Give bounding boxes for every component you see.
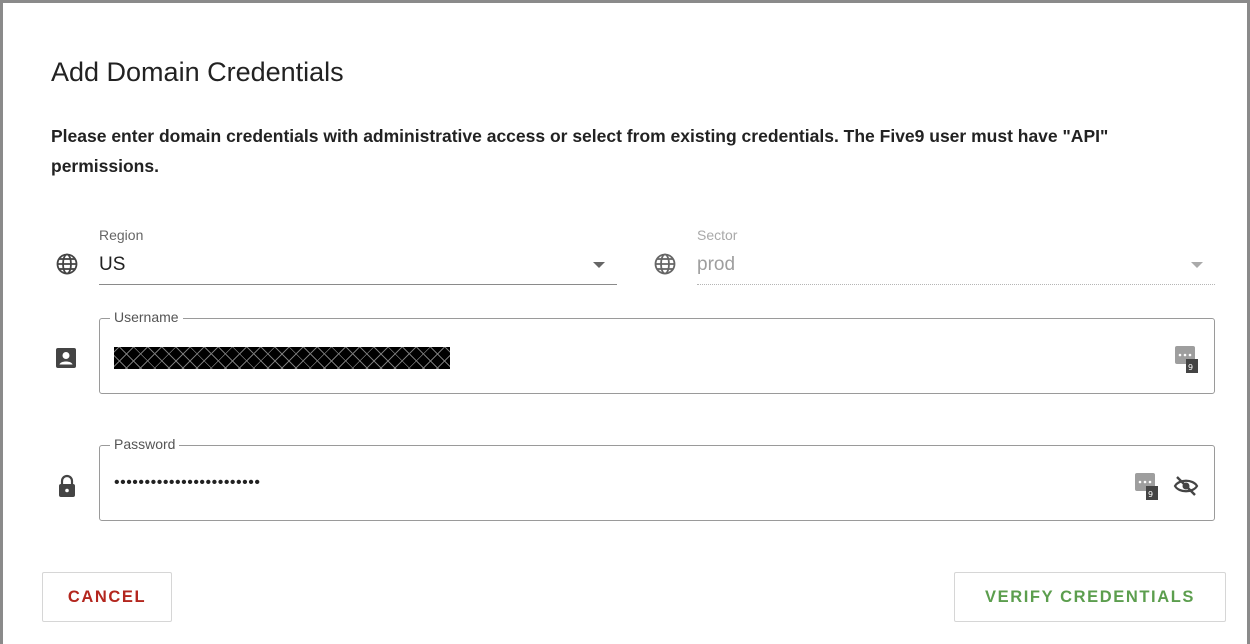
globe-icon: [653, 252, 677, 276]
region-value[interactable]: US: [99, 254, 125, 276]
cancel-button[interactable]: CANCEL: [42, 572, 172, 622]
password-manager-icon[interactable]: 9: [1134, 472, 1160, 502]
password-label: Password: [110, 436, 180, 452]
sector-value: prod: [697, 254, 736, 275]
lock-icon: [55, 474, 79, 498]
globe-icon: [55, 252, 79, 276]
chevron-down-icon[interactable]: [593, 262, 605, 268]
add-domain-credentials-dialog: Add Domain Credentials Please enter doma…: [0, 0, 1250, 644]
dialog-description: Please enter domain credentials with adm…: [51, 126, 1109, 176]
password-value[interactable]: ••••••••••••••••••••••••: [114, 474, 260, 492]
region-label: Region: [99, 227, 144, 243]
dialog-title: Add Domain Credentials: [51, 57, 344, 87]
sector-label: Sector: [697, 227, 738, 243]
account-box-icon: [54, 346, 78, 370]
username-field[interactable]: Username 9: [99, 309, 1215, 394]
password-manager-icon[interactable]: 9: [1174, 345, 1200, 375]
region-underline: [99, 284, 617, 285]
verify-credentials-button[interactable]: VERIFY CREDENTIALS: [954, 572, 1226, 622]
chevron-down-icon: [1191, 262, 1203, 268]
username-redacted-value[interactable]: [114, 347, 450, 369]
password-field[interactable]: Password •••••••••••••••••••••••• 9: [99, 436, 1215, 521]
visibility-off-icon[interactable]: [1172, 474, 1200, 498]
sector-underline: [697, 284, 1215, 285]
svg-text:9: 9: [1188, 363, 1193, 372]
svg-text:9: 9: [1148, 490, 1153, 499]
username-label: Username: [110, 309, 183, 325]
